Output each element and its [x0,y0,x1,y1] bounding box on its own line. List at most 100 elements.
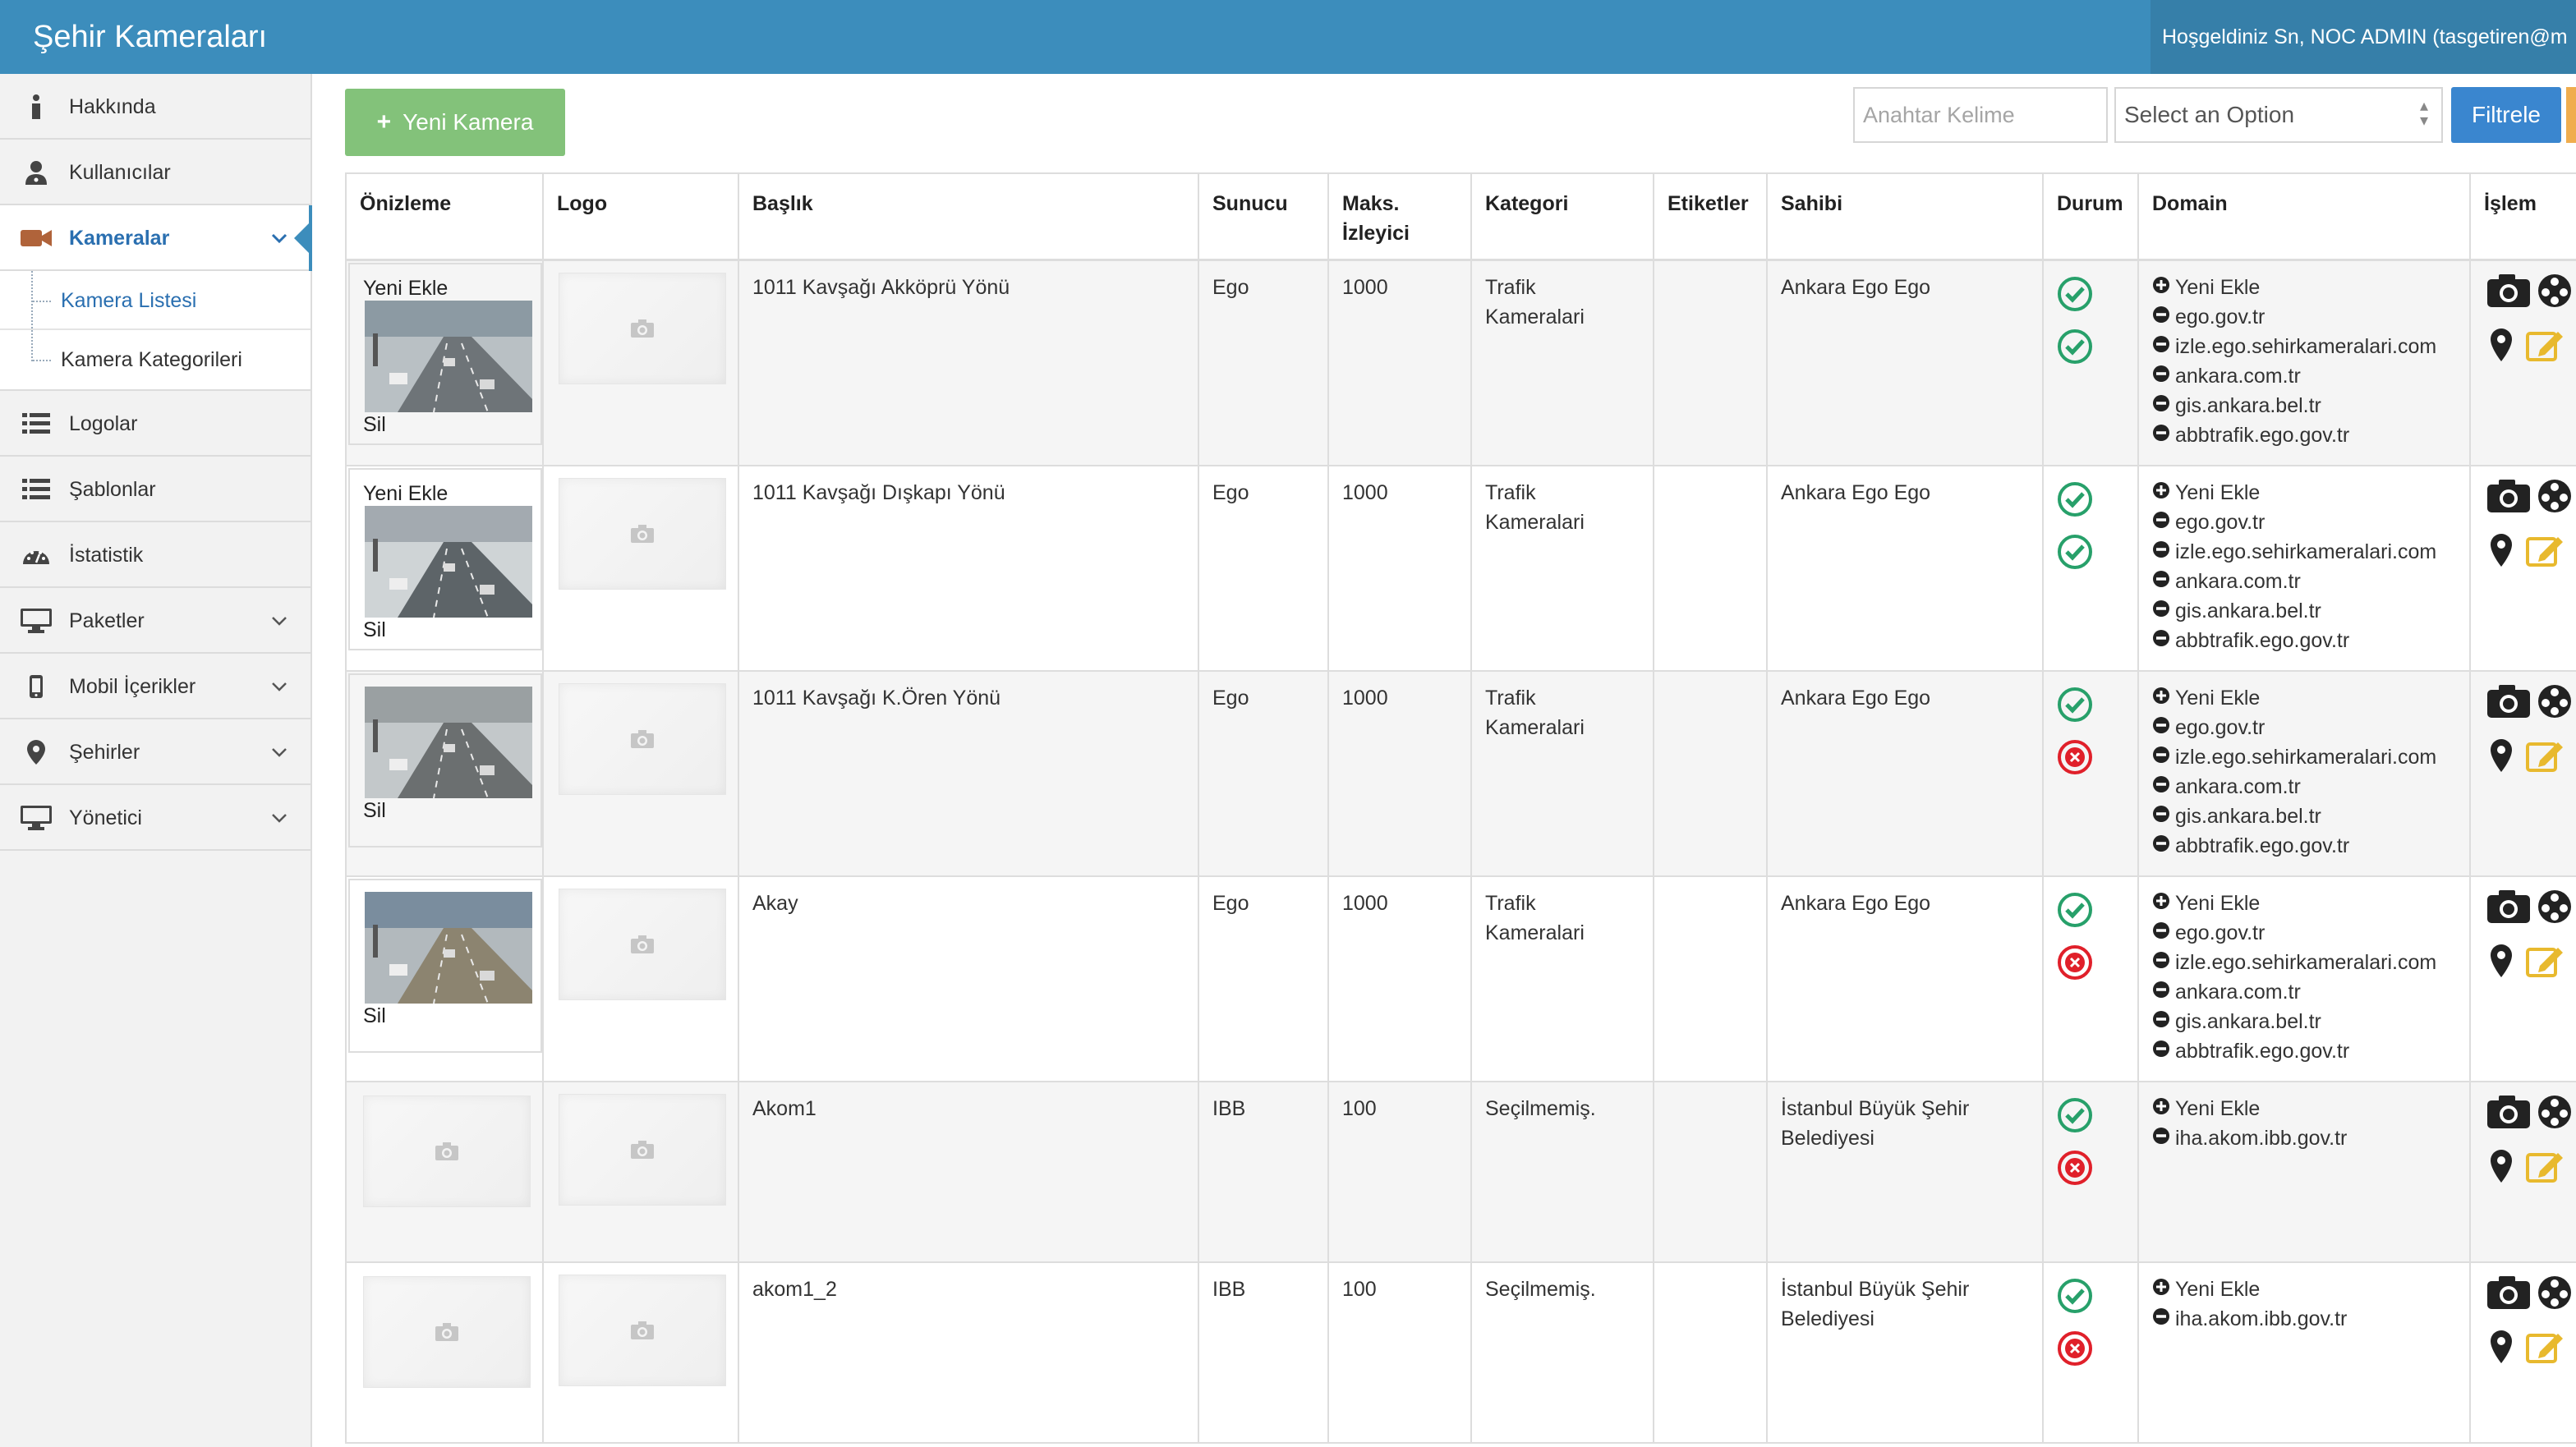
logo-placeholder[interactable] [559,1275,726,1386]
domain-item[interactable]: izle.ego.sehirkameralari.com [2152,537,2456,567]
film-reel-icon[interactable] [2537,889,2573,933]
sidebar-item-kullanicilar[interactable]: Kullanıcılar [0,140,310,205]
camera-preview-image[interactable] [365,687,532,798]
domain-add-link[interactable]: Yeni Ekle [2152,683,2456,713]
film-reel-icon[interactable] [2537,1275,2573,1319]
filter-button[interactable]: Filtrele [2451,87,2561,143]
domain-item[interactable]: ego.gov.tr [2152,508,2456,537]
status-ok-icon[interactable] [2057,892,2124,936]
edit-icon[interactable] [2525,1148,2564,1192]
domain-item[interactable]: izle.ego.sehirkameralari.com [2152,948,2456,977]
title-cell[interactable]: 1011 Kavşağı Dışkapı Yönü [738,466,1198,670]
status-ok-icon[interactable] [2057,481,2124,526]
domain-item[interactable]: ankara.com.tr [2152,977,2456,1007]
domain-add-link[interactable]: Yeni Ekle [2152,1094,2456,1123]
sidebar-item-mobil-icerikler[interactable]: Mobil İçerikler [0,654,310,719]
domain-item[interactable]: izle.ego.sehirkameralari.com [2152,742,2456,772]
domain-item[interactable]: ankara.com.tr [2152,361,2456,391]
map-marker-icon[interactable] [2489,737,2514,782]
film-reel-icon[interactable] [2537,273,2573,317]
domain-item[interactable]: abbtrafik.ego.gov.tr [2152,1036,2456,1066]
sidebar-subitem-kamera-listesi[interactable]: Kamera Listesi [0,271,310,330]
title-cell[interactable]: Akay [738,877,1198,1081]
preview-add-link[interactable]: Yeni Ekle [350,276,540,301]
camera-icon[interactable] [2486,683,2532,728]
camera-icon[interactable] [2486,273,2532,317]
domain-item[interactable]: gis.ankara.bel.tr [2152,391,2456,420]
camera-preview-image[interactable] [365,506,532,618]
domain-item[interactable]: abbtrafik.ego.gov.tr [2152,420,2456,450]
sidebar-item-sehirler[interactable]: Şehirler [0,719,310,785]
domain-item[interactable]: ego.gov.tr [2152,918,2456,948]
keyword-search-input[interactable] [1853,87,2108,143]
option-select[interactable]: Select an Option ▴ ▾ [2114,87,2443,143]
domain-item[interactable]: gis.ankara.bel.tr [2152,802,2456,831]
logo-placeholder[interactable] [559,683,726,795]
edit-icon[interactable] [2525,327,2564,371]
edit-icon[interactable] [2525,532,2564,577]
film-reel-icon[interactable] [2537,478,2573,522]
edit-icon[interactable] [2525,737,2564,782]
domain-item[interactable]: gis.ankara.bel.tr [2152,596,2456,626]
map-marker-icon[interactable] [2489,943,2514,987]
new-camera-button[interactable]: + Yeni Kamera [345,89,565,156]
status-ok-icon[interactable] [2057,534,2124,578]
preview-delete-link[interactable]: Sil [350,798,540,825]
domain-add-link[interactable]: Yeni Ekle [2152,889,2456,918]
status-ok-icon[interactable] [2057,1278,2124,1322]
status-error-icon[interactable] [2057,1150,2124,1194]
camera-icon[interactable] [2486,1275,2532,1319]
domain-item[interactable]: ankara.com.tr [2152,772,2456,802]
sidebar-item-yonetici[interactable]: Yönetici [0,785,310,851]
domain-add-link[interactable]: Yeni Ekle [2152,478,2456,508]
preview-delete-link[interactable]: Sil [350,412,540,439]
domain-item[interactable]: abbtrafik.ego.gov.tr [2152,831,2456,861]
domain-item[interactable]: iha.akom.ibb.gov.tr [2152,1123,2456,1153]
edit-icon[interactable] [2525,1329,2564,1373]
status-error-icon[interactable] [2057,944,2124,989]
welcome-user-menu[interactable]: Hoşgeldiniz Sn, NOC ADMIN (tasgetiren@m [2150,0,2576,74]
domain-item[interactable]: izle.ego.sehirkameralari.com [2152,332,2456,361]
film-reel-icon[interactable] [2537,683,2573,728]
domain-add-link[interactable]: Yeni Ekle [2152,1275,2456,1304]
logo-placeholder[interactable] [559,1094,726,1206]
preview-delete-link[interactable]: Sil [350,618,540,644]
domain-item[interactable]: iha.akom.ibb.gov.tr [2152,1304,2456,1334]
domain-item[interactable]: ego.gov.tr [2152,302,2456,332]
logo-placeholder[interactable] [559,889,726,1000]
camera-icon[interactable] [2486,478,2532,522]
title-cell[interactable]: 1011 Kavşağı Akköprü Yönü [738,261,1198,465]
title-cell[interactable]: Akom1 [738,1082,1198,1261]
sidebar-item-istatistik[interactable]: İstatistik [0,522,310,588]
extra-action-button[interactable] [2566,87,2576,143]
status-ok-icon[interactable] [2057,276,2124,320]
title-cell[interactable]: akom1_2 [738,1263,1198,1442]
preview-add-link[interactable]: Yeni Ekle [350,481,540,506]
edit-icon[interactable] [2525,943,2564,987]
domain-item[interactable]: abbtrafik.ego.gov.tr [2152,626,2456,655]
map-marker-icon[interactable] [2489,327,2514,371]
status-ok-icon[interactable] [2057,1097,2124,1142]
logo-placeholder[interactable] [559,478,726,590]
status-ok-icon[interactable] [2057,687,2124,731]
map-marker-icon[interactable] [2489,1329,2514,1373]
camera-icon[interactable] [2486,1094,2532,1138]
sidebar-item-paketler[interactable]: Paketler [0,588,310,654]
sidebar-subitem-kamera-kategorileri[interactable]: Kamera Kategorileri [0,330,310,389]
domain-item[interactable]: gis.ankara.bel.tr [2152,1007,2456,1036]
sidebar-item-kameralar[interactable]: Kameralar [0,205,312,271]
logo-placeholder[interactable] [559,273,726,384]
domain-item[interactable]: ankara.com.tr [2152,567,2456,596]
film-reel-icon[interactable] [2537,1094,2573,1138]
domain-item[interactable]: ego.gov.tr [2152,713,2456,742]
sidebar-item-logolar[interactable]: Logolar [0,391,310,457]
status-ok-icon[interactable] [2057,328,2124,373]
preview-delete-link[interactable]: Sil [350,1004,540,1030]
map-marker-icon[interactable] [2489,532,2514,577]
sidebar-item-hakkinda[interactable]: Hakkında [0,74,310,140]
camera-preview-image[interactable] [365,301,532,412]
sidebar-item-sablonlar[interactable]: Şablonlar [0,457,310,522]
camera-preview-image[interactable] [365,892,532,1004]
status-error-icon[interactable] [2057,1330,2124,1375]
camera-icon[interactable] [2486,889,2532,933]
